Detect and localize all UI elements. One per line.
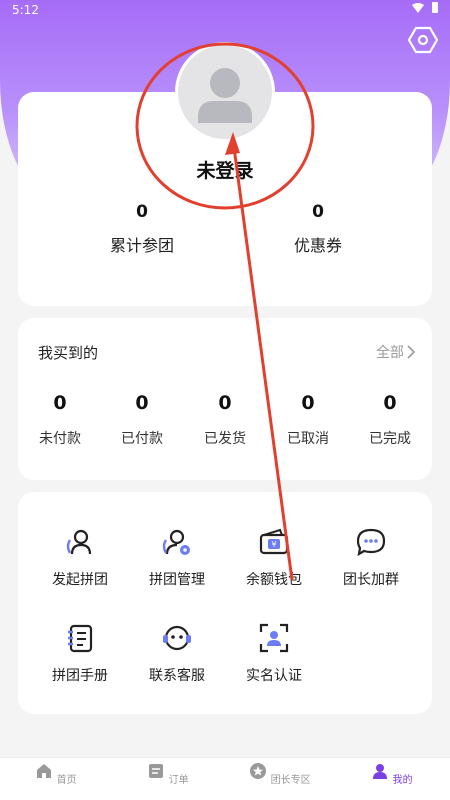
tab-label: 首页 — [56, 775, 77, 786]
orders-all-link[interactable]: 全部 — [376, 342, 416, 362]
orders-all-label: 全部 — [376, 345, 404, 361]
tool-real-name-verification[interactable]: 实名认证 — [229, 622, 319, 685]
order-count: 0 — [53, 392, 67, 414]
stat-value: 0 — [136, 202, 148, 222]
tool-balance-wallet[interactable]: ¥ 余额钱包 — [229, 526, 319, 589]
order-count: 0 — [135, 392, 149, 414]
tool-label: 拼团手册 — [52, 668, 108, 684]
tool-label: 余额钱包 — [246, 572, 302, 588]
order-label: 已取消 — [287, 431, 329, 447]
order-count: 0 — [301, 392, 315, 414]
avatar[interactable] — [175, 42, 275, 142]
notebook-icon — [68, 624, 93, 653]
tab-home[interactable]: 首页 — [0, 762, 112, 786]
order-label: 未付款 — [39, 431, 81, 447]
tab-label: 订单 — [168, 775, 189, 786]
group-settings-icon — [162, 529, 190, 555]
stat-joined-groups[interactable]: 0 累计参团 — [82, 202, 202, 256]
orders-title: 我买到的 — [38, 344, 99, 362]
order-count: 0 — [383, 392, 397, 414]
order-label: 已发货 — [204, 431, 246, 447]
headset-icon — [163, 625, 191, 651]
chat-bubble-icon — [356, 528, 386, 557]
tab-leader-zone[interactable]: 团长专区 — [224, 762, 336, 786]
tool-label: 拼团管理 — [149, 572, 205, 588]
status-icons — [412, 2, 438, 13]
tab-label: 我的 — [392, 775, 413, 786]
user-icon — [373, 764, 388, 779]
tab-orders[interactable]: 订单 — [112, 762, 224, 786]
wifi-icon — [412, 2, 424, 13]
tools-card: 发起拼团 拼团管理 ¥ 余额钱包 团长加群 拼团手册 联系客服 实名认证 — [18, 492, 432, 714]
bottom-tab-bar: 首页 订单 团长专区 我的 — [0, 757, 450, 800]
order-status-unpaid[interactable]: 0 未付款 — [25, 392, 95, 448]
home-icon — [37, 764, 52, 778]
person-add-icon — [66, 529, 92, 555]
order-status-completed[interactable]: 0 已完成 — [355, 392, 425, 448]
order-status-shipped[interactable]: 0 已发货 — [190, 392, 260, 448]
tool-contact-support[interactable]: 联系客服 — [132, 622, 222, 685]
order-count: 0 — [218, 392, 232, 414]
settings-icon[interactable] — [408, 26, 438, 54]
tab-mine[interactable]: 我的 — [336, 762, 448, 786]
tool-label: 实名认证 — [246, 668, 302, 684]
tool-label: 发起拼团 — [52, 572, 108, 588]
stat-value: 0 — [312, 202, 324, 222]
tool-leader-join-group[interactable]: 团长加群 — [326, 526, 416, 589]
wallet-icon: ¥ — [259, 528, 289, 555]
tool-start-group[interactable]: 发起拼团 — [35, 526, 125, 589]
stat-label: 优惠券 — [293, 236, 342, 255]
tool-group-handbook[interactable]: 拼团手册 — [35, 622, 125, 685]
status-bar: 5:12 — [0, 0, 450, 22]
order-status-cancelled[interactable]: 0 已取消 — [273, 392, 343, 448]
svg-text:¥: ¥ — [271, 540, 276, 549]
battery-icon — [432, 2, 438, 13]
my-orders-card: 我买到的 全部 0 未付款 0 已付款 0 已发货 0 已取消 0 已完成 — [18, 318, 432, 480]
stat-label: 累计参团 — [109, 236, 174, 255]
tool-label: 团长加群 — [343, 572, 399, 588]
status-time: 5:12 — [12, 3, 39, 17]
id-scan-icon — [259, 623, 289, 653]
order-icon — [149, 764, 164, 778]
order-status-paid[interactable]: 0 已付款 — [107, 392, 177, 448]
tool-group-management[interactable]: 拼团管理 — [132, 526, 222, 589]
order-label: 已完成 — [369, 431, 411, 447]
stat-coupons[interactable]: 0 优惠券 — [258, 202, 378, 256]
order-label: 已付款 — [121, 431, 163, 447]
tool-label: 联系客服 — [149, 668, 205, 684]
star-icon — [250, 763, 267, 779]
tab-label: 团长专区 — [270, 775, 311, 786]
username-label[interactable]: 未登录 — [0, 156, 450, 183]
chevron-right-icon — [407, 345, 416, 359]
